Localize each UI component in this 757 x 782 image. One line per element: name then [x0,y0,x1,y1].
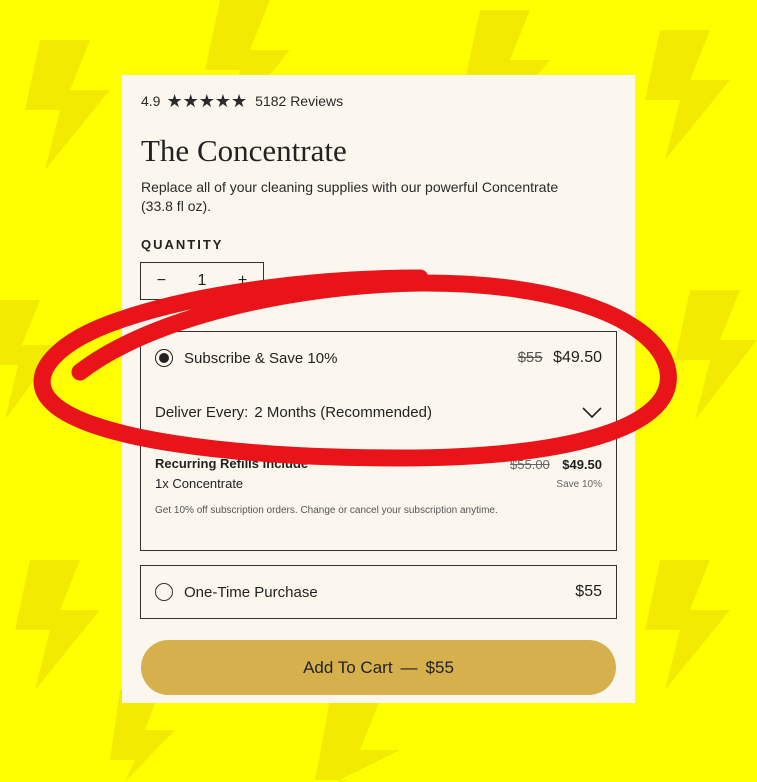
rating-row[interactable]: 4.9 ★★★★★ 5182 Reviews [141,92,343,110]
decrement-button[interactable]: − [157,272,166,290]
subscribe-option[interactable]: Subscribe & Save 10% $55 $49.50 [140,331,617,385]
add-to-cart-price: $55 [425,657,454,677]
add-to-cart-label: Add To Cart [303,657,393,677]
subscribe-label: Subscribe & Save 10% [184,349,338,367]
add-to-cart-separator: — [400,657,418,677]
increment-button[interactable]: + [238,272,247,290]
refills-price: $49.50 [562,457,602,472]
one-time-price: $55 [575,583,602,600]
subscribe-current-price: $49.50 [553,349,602,366]
recurring-refills-panel: Recurring Refills Include 1x Concentrate… [140,441,617,551]
subscription-note: Get 10% off subscription orders. Change … [155,505,498,516]
add-to-cart-button[interactable]: Add To Cart — $55 [141,640,616,695]
product-card: 4.9 ★★★★★ 5182 Reviews The Concentrate R… [122,75,635,703]
product-title: The Concentrate [141,133,347,168]
one-time-purchase-option[interactable]: One-Time Purchase $55 [140,565,617,619]
refills-item: 1x Concentrate [155,476,244,491]
star-rating-icon: ★★★★★ [166,91,248,111]
review-count-link[interactable]: 5182 Reviews [255,93,343,109]
subscribe-price: $55 $49.50 [518,349,602,367]
refills-title: Recurring Refills Include [155,456,309,471]
deliver-every-label: Deliver Every: [155,404,249,421]
product-description: Replace all of your cleaning supplies wi… [141,179,559,214]
quantity-stepper: − 1 + [140,262,264,300]
delivery-frequency-select[interactable]: Deliver Every: 2 Months (Recommended) [140,384,617,442]
quantity-label: QUANTITY [141,237,224,252]
refills-save-badge: Save 10% [556,479,602,490]
rating-score: 4.9 [141,93,161,109]
deliver-every-value: 2 Months (Recommended) [254,404,432,421]
one-time-label: One-Time Purchase [184,583,318,601]
refills-old-price: $55.00 [510,457,550,472]
subscribe-old-price: $55 [517,349,543,366]
radio-unselected-icon[interactable] [155,583,173,601]
chevron-down-icon[interactable] [582,406,602,419]
quantity-value[interactable]: 1 [198,272,207,290]
radio-selected-icon[interactable] [155,349,173,367]
